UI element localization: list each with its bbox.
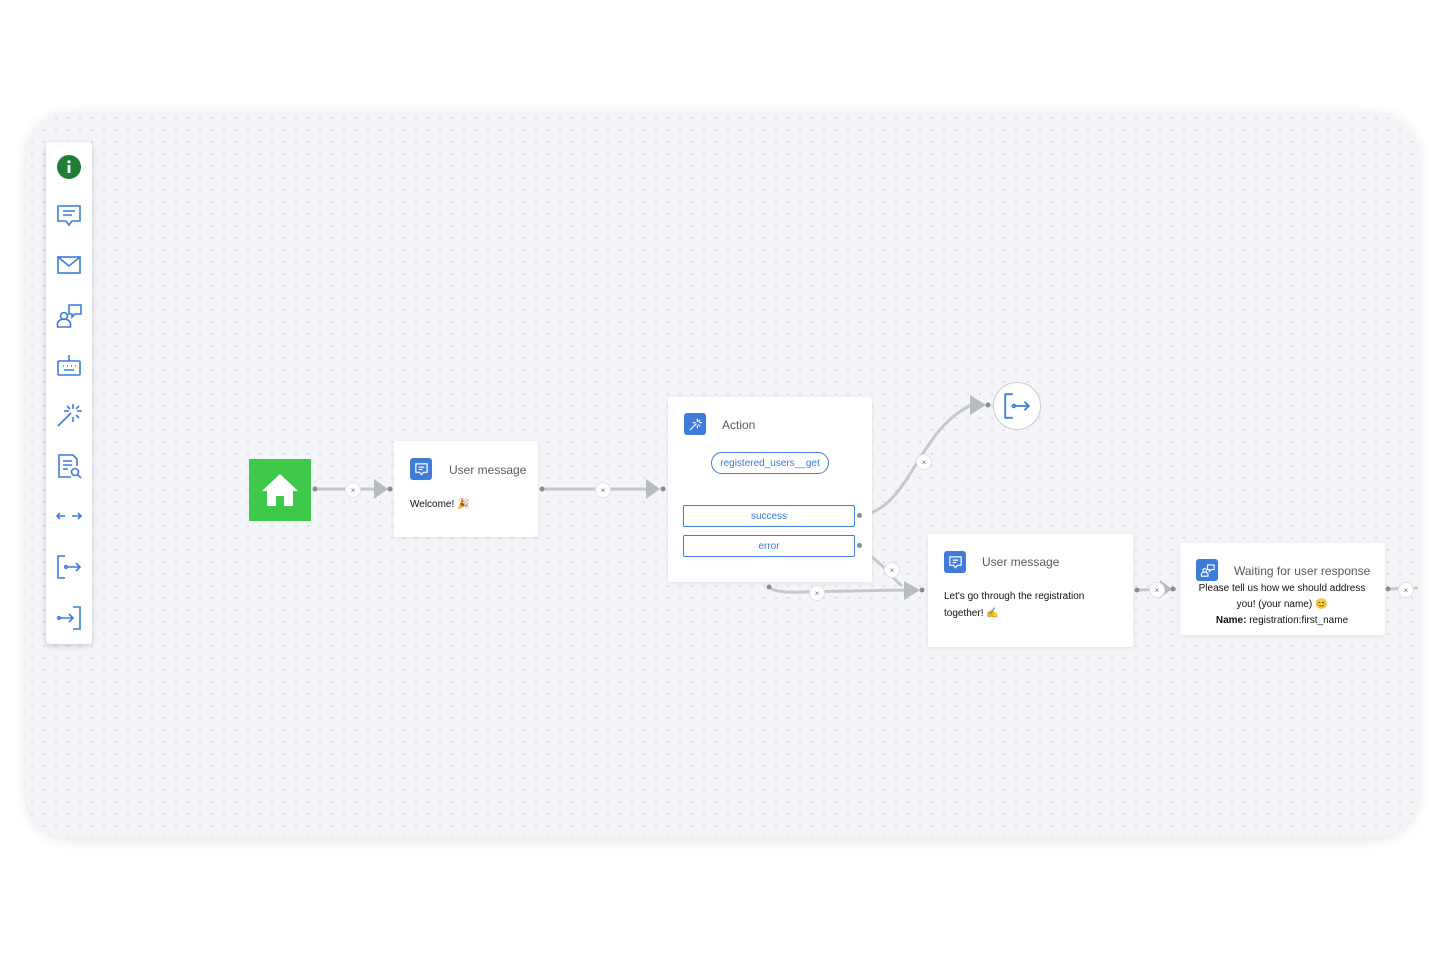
- port-waiting-out: [1385, 586, 1391, 592]
- port-exit-in: [985, 402, 991, 408]
- port-loop-start: [766, 584, 772, 590]
- node-title: User message: [449, 463, 527, 477]
- exit-icon: [1004, 393, 1031, 419]
- wait-response-node[interactable]: Waiting for user response Please tell us…: [1180, 543, 1385, 635]
- arrowhead-registration: [904, 581, 920, 600]
- remove-edge-button[interactable]: ×: [345, 482, 361, 498]
- flow-canvas[interactable]: × × × × × × × User message Welcome! 🎉 Ac…: [26, 112, 1418, 838]
- wait-prompt-block: Please tell us how we should address you…: [1192, 581, 1372, 629]
- node-title: Waiting for user response: [1234, 564, 1371, 578]
- start-node[interactable]: [249, 459, 311, 521]
- port-registration-out: [1134, 587, 1140, 593]
- port-welcome-in: [387, 486, 393, 492]
- node-type-icon: [1196, 559, 1218, 581]
- variable-line: Name: registration:first_name: [1192, 613, 1372, 629]
- action-node[interactable]: Action registered_users__get success err…: [668, 397, 872, 582]
- remove-edge-button[interactable]: ×: [1398, 582, 1414, 598]
- output-success-button[interactable]: success: [683, 505, 855, 527]
- arrowhead-welcome: [374, 479, 388, 499]
- port-start-out: [312, 486, 318, 492]
- port-registration-in: [919, 587, 925, 593]
- prompt-text: Please tell us how we should address you…: [1198, 583, 1366, 610]
- node-title: User message: [982, 555, 1060, 569]
- output-port-success[interactable]: [857, 513, 862, 518]
- remove-edge-button[interactable]: ×: [884, 562, 900, 578]
- message-text: Let's go through the registration togeth…: [944, 591, 1085, 619]
- wait-user-response-icon: [1200, 563, 1215, 577]
- arrowhead-action: [646, 479, 660, 499]
- node-type-icon: [944, 551, 966, 573]
- variable-value: registration:first_name: [1249, 615, 1349, 626]
- output-port-error[interactable]: [857, 543, 862, 548]
- remove-edge-button[interactable]: ×: [595, 482, 611, 498]
- message-text: Welcome! 🎉: [410, 499, 470, 510]
- node-type-icon: [410, 458, 432, 480]
- output-error-button[interactable]: error: [683, 535, 855, 557]
- edge-action-loop-to-registration: [767, 585, 907, 594]
- user-message-node[interactable]: User message Let's go through the regist…: [928, 534, 1133, 647]
- remove-edge-button[interactable]: ×: [809, 585, 825, 601]
- arrowhead-exit: [970, 395, 986, 415]
- message-icon: [414, 462, 428, 476]
- user-message-node[interactable]: User message Welcome! 🎉: [394, 441, 538, 537]
- exit-node[interactable]: [993, 382, 1041, 430]
- action-name-pill[interactable]: registered_users__get: [711, 452, 829, 474]
- remove-edge-button[interactable]: ×: [1149, 582, 1165, 598]
- port-waiting-in: [1170, 586, 1176, 592]
- port-action-in: [660, 486, 666, 492]
- message-icon: [948, 555, 962, 569]
- home-icon: [262, 474, 298, 506]
- action-wand-icon: [688, 418, 702, 431]
- variable-label: Name:: [1215, 615, 1247, 626]
- node-title: Action: [722, 418, 756, 432]
- node-type-icon: [684, 413, 706, 435]
- port-welcome-out: [539, 486, 545, 492]
- remove-edge-button[interactable]: ×: [916, 454, 932, 470]
